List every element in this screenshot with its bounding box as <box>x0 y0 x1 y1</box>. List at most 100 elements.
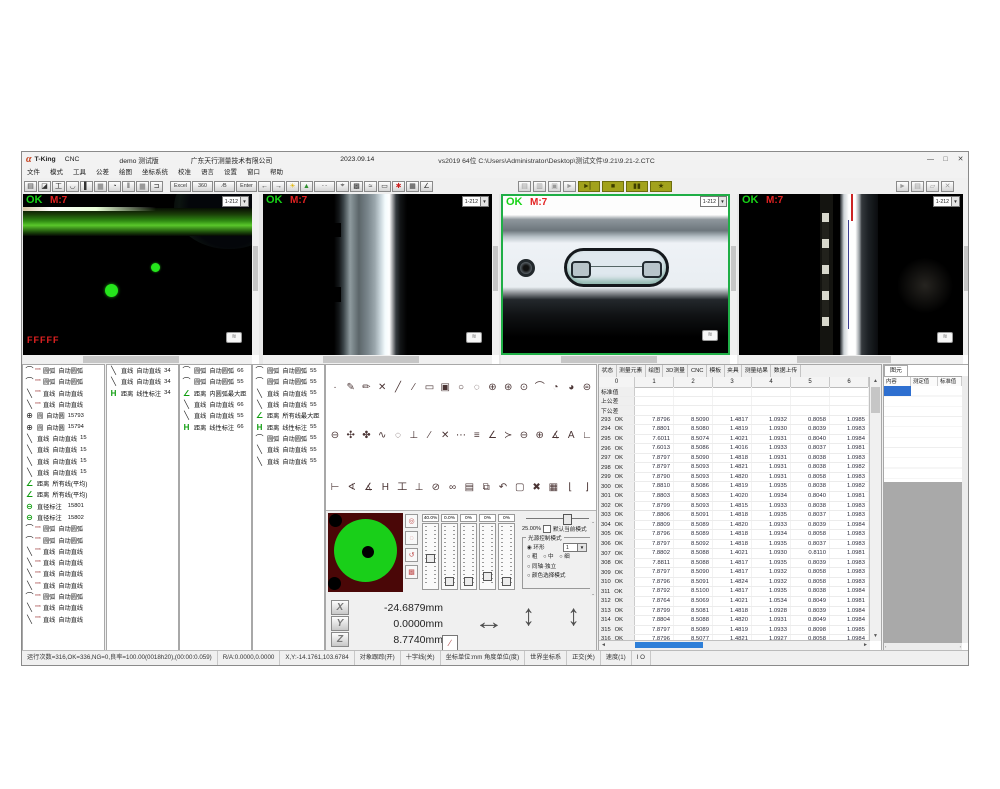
feature-list-item[interactable]: ⌒ *** 圆弧 自动圆弧 <box>23 365 104 376</box>
camera-panel-4[interactable]: OK M:7 ≋ 1-212 ▼ <box>739 194 969 364</box>
table-row[interactable]: 303 OK 7.8806 8.5091 1.4818 1.0935 0.803… <box>599 511 870 521</box>
light-mode-icon[interactable]: ↺ <box>405 548 418 562</box>
light-mode-icon[interactable]: ◌ <box>405 531 418 545</box>
feature-list-item[interactable]: ⌒ 圆弧 自动圆弧 55 <box>180 376 251 387</box>
feature-list-item[interactable]: ╲ *** 直线 自动直线 <box>23 557 104 568</box>
column-header[interactable]: 0 <box>599 377 635 387</box>
feature-list-item[interactable]: ╲ *** 直线 自动直线 <box>23 388 104 399</box>
menu-item[interactable]: 工具 <box>68 167 91 178</box>
table-row[interactable]: 302 OK 7.8799 8.5093 1.4815 1.0933 0.803… <box>599 502 870 512</box>
table-row[interactable]: 311 OK 7.8792 8.5100 1.4817 1.0935 0.803… <box>599 587 870 597</box>
resize-grip-icon[interactable]: ≋ <box>226 332 242 343</box>
feature-list-item[interactable]: ⌒ *** 圆弧 自动圆弧 <box>23 534 104 545</box>
measure-tool-icon[interactable]: ⊖ <box>328 429 342 443</box>
results-tab[interactable]: 夹具 <box>725 365 743 377</box>
table-row[interactable]: 312 OK 7.8764 8.5069 1.4021 1.0534 0.804… <box>599 597 870 607</box>
element-tab[interactable]: 图元 <box>884 365 908 376</box>
resize-grip-icon[interactable]: ≋ <box>466 332 482 343</box>
toolbar-button-icon[interactable]: 360 <box>192 181 213 192</box>
feature-list-item[interactable]: ╲ 直线 自动直线 55 <box>180 410 251 421</box>
resize-grip-icon[interactable]: ≋ <box>702 330 718 341</box>
table-row[interactable]: 297 OK 7.8797 8.5090 1.4818 1.0931 0.803… <box>599 454 870 464</box>
light-radio-option[interactable]: ○ 同轴·独立 <box>523 560 592 570</box>
measure-tool-icon[interactable]: ∕ <box>407 381 421 395</box>
measure-tool-icon[interactable]: ✤ <box>360 429 374 443</box>
camera-panel-2[interactable]: OK M:7 ≋ 1-212 ▼ <box>263 194 499 364</box>
measure-tool-icon[interactable]: ╱ <box>391 381 405 395</box>
toolbar-button-icon[interactable]: ▆ <box>94 181 107 192</box>
light-channel-slider[interactable]: 0% <box>479 514 496 590</box>
table-row[interactable]: 300 OK 7.8810 8.5086 1.4819 1.0935 0.803… <box>599 482 870 492</box>
camera-1-video[interactable]: OK M:7 FFFFF ≋ <box>23 194 252 355</box>
feature-list-item[interactable]: ╲ 直线 自动直线 15 <box>23 467 104 478</box>
feature-list-item[interactable]: ╲ 直线 自动直线 15 <box>23 455 104 466</box>
table-row[interactable]: 308 OK 7.8811 8.5088 1.4817 1.0935 0.803… <box>599 559 870 569</box>
toolbar-button-icon[interactable]: ▤ <box>24 181 37 192</box>
feature-list-item[interactable]: ╲ *** 直线 自动直线 <box>23 546 104 557</box>
feature-list-item[interactable]: ⌒ 圆弧 自动圆弧 66 <box>180 365 251 376</box>
table-row[interactable]: 305 OK 7.8796 8.5089 1.4818 1.0934 0.805… <box>599 530 870 540</box>
measure-tool-icon[interactable]: ⌊ <box>563 481 577 495</box>
feature-list-item[interactable]: H 距离 线性标注 34 <box>107 388 178 399</box>
feature-list-item[interactable]: ╲ 直线 自动直线 66 <box>180 399 251 410</box>
measure-tool-icon[interactable]: ✕ <box>438 429 452 443</box>
feature-list-item[interactable]: ╲ 直线 自动直线 34 <box>107 365 178 376</box>
measure-tool-icon[interactable]: ⊥ <box>407 429 421 443</box>
camera-zoom-select[interactable]: 1-212 ▼ <box>933 196 960 207</box>
jog-horizontal-icon[interactable]: ↔ <box>474 609 504 635</box>
run-control-button[interactable]: ★ <box>650 181 672 192</box>
ring-channel-dropdown[interactable]: 1 ▼ <box>563 543 587 552</box>
feature-list-item[interactable]: ⌒ 圆弧 自动圆弧 55 <box>253 376 324 387</box>
menu-item[interactable]: 语言 <box>196 167 219 178</box>
element-vertical-scrollbar[interactable] <box>962 376 969 643</box>
table-row[interactable]: 306 OK 7.8797 8.5092 1.4818 1.0935 0.803… <box>599 540 870 550</box>
toolbar-button-icon[interactable]: Excel <box>170 181 191 192</box>
feature-list-item[interactable]: ╲ 直线 自动直线 15 <box>23 444 104 455</box>
camera-horizontal-scrollbar[interactable] <box>263 355 492 364</box>
light-mode-icon[interactable]: ▩ <box>405 565 418 579</box>
camera-vertical-scrollbar[interactable] <box>963 194 969 355</box>
table-row[interactable]: 304 OK 7.8809 8.5089 1.4820 1.0933 0.803… <box>599 521 870 531</box>
feature-list-item[interactable]: ╲ *** 直线 自动直线 <box>23 399 104 410</box>
feature-list-item[interactable]: H 距离 线性标注 66 <box>180 421 251 432</box>
slider-track[interactable] <box>460 523 477 590</box>
run-control-button[interactable]: ■ <box>602 181 624 192</box>
feature-list-item[interactable]: H 距离 线性标注 55 <box>253 421 324 432</box>
toolbar-button-icon[interactable]: ☀ <box>286 181 299 192</box>
column-header[interactable]: 4 <box>752 377 791 387</box>
feature-list-item[interactable]: ╲ 直线 自动直线 55 <box>253 399 324 410</box>
measure-tool-icon[interactable]: ⌒ <box>533 381 547 395</box>
feature-list-item[interactable]: ∠ 距离 所有线(平均) <box>23 489 104 500</box>
camera-vertical-scrollbar[interactable] <box>252 194 259 355</box>
measure-tool-icon[interactable]: ▤ <box>462 481 476 495</box>
toolbar-button-icon[interactable]: ▭ <box>378 181 391 192</box>
slider-track[interactable] <box>498 523 515 590</box>
measure-tool-icon[interactable]: ∡ <box>549 429 563 443</box>
measure-tool-icon[interactable]: ⊙ <box>517 381 531 395</box>
run-control-button[interactable]: ►▏ <box>578 181 600 192</box>
jog-z-icon[interactable]: ↕ <box>568 599 580 633</box>
measure-tool-icon[interactable]: ⊢ <box>328 481 342 495</box>
camera-panel-3-selected[interactable]: OK M:7 ≋ 1-212 ▼ <box>501 194 737 364</box>
camera-zoom-select[interactable]: 1-212 ▼ <box>462 196 489 207</box>
measure-tool-icon[interactable]: ∞ <box>446 481 460 495</box>
slider-track[interactable] <box>479 523 496 590</box>
feature-list-item[interactable]: ⌒ *** 圆弧 自动圆弧 <box>23 523 104 534</box>
measure-tool-icon[interactable]: ∿ <box>375 429 389 443</box>
table-row[interactable]: 294 OK 7.8801 8.5080 1.4819 1.0930 0.803… <box>599 425 870 435</box>
slider-track[interactable] <box>441 523 458 590</box>
menu-item[interactable]: 公差 <box>91 167 114 178</box>
table-row[interactable]: 293 OK 7.8796 8.5090 1.4817 1.0932 0.805… <box>599 416 870 426</box>
measure-tool-icon[interactable]: H <box>378 481 392 495</box>
results-tab[interactable]: 测量元素 <box>617 365 646 377</box>
light-channel-slider[interactable]: 0% <box>460 514 477 590</box>
feature-list-item[interactable]: ⌒ *** 圆弧 自动圆弧 <box>23 376 104 387</box>
measure-tool-icon[interactable]: ↶ <box>496 481 510 495</box>
feature-list-item[interactable]: ╲ *** 直线 自动直线 <box>23 568 104 579</box>
camera-horizontal-scrollbar[interactable] <box>501 355 730 364</box>
table-row[interactable]: 上公差 <box>599 397 870 407</box>
feature-list-item[interactable]: ∠ 距离 所有线最大距 <box>253 410 324 421</box>
toolbar-button-icon[interactable]: ✱ <box>392 181 405 192</box>
camera-zoom-select[interactable]: 1-212 ▼ <box>222 196 249 207</box>
feature-list-item[interactable]: ⊖ 直径标注 15802 <box>23 512 104 523</box>
